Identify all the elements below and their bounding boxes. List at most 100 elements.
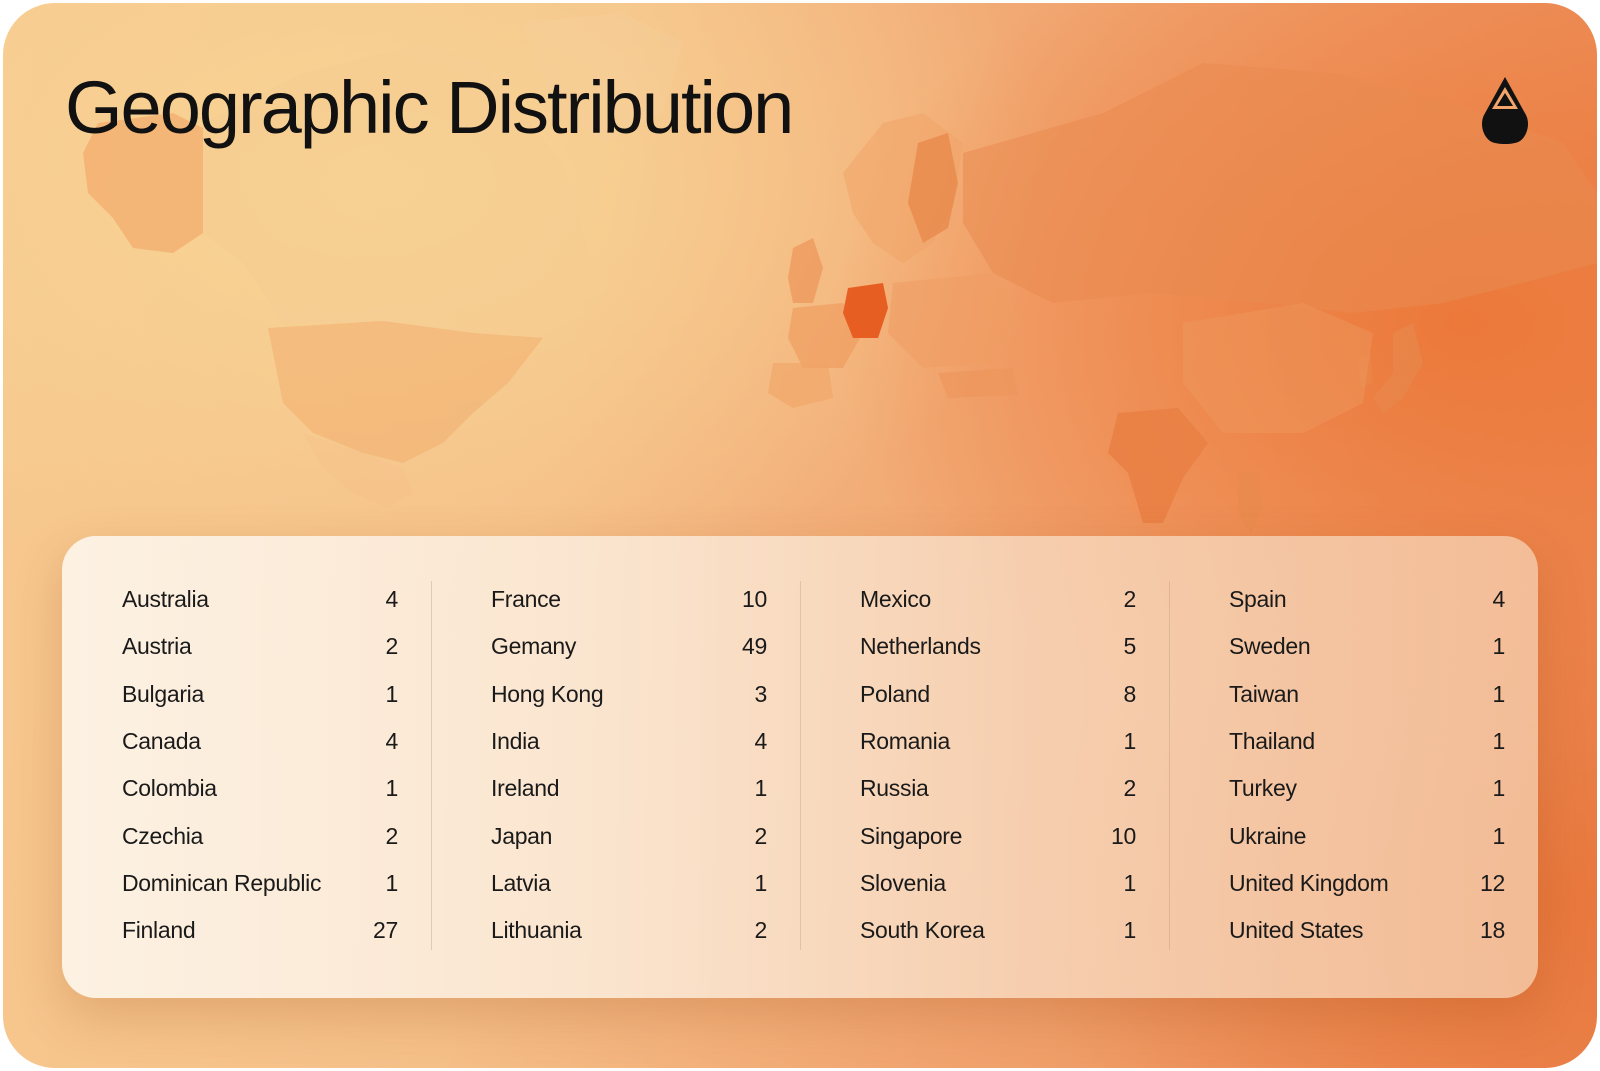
table-column: Australia 4 Austria 2 Bulgaria 1 Canada 4 Co… (62, 576, 431, 950)
table-row: Poland 8 (860, 671, 1136, 718)
country-name: United Kingdom (1229, 869, 1389, 896)
table-row: Czechia 2 (122, 812, 398, 859)
country-count: 4 (1492, 586, 1506, 613)
table-row: Sweden 1 (1229, 623, 1505, 670)
country-name: Thailand (1229, 728, 1315, 755)
country-count: 4 (754, 728, 768, 755)
table-row: France 10 (491, 576, 767, 623)
map-china (1183, 303, 1373, 433)
country-name: Hong Kong (491, 680, 604, 707)
table-row: Dominican Republic 1 (122, 860, 398, 907)
table-column: Spain 4 Sweden 1 Taiwan 1 Thailand 1 Turkey 1… (1169, 576, 1538, 950)
table-row: Canada 4 (122, 718, 398, 765)
table-row: India 4 (491, 718, 767, 765)
country-name: Turkey (1229, 775, 1297, 802)
country-name: Singapore (860, 822, 963, 849)
country-count: 1 (385, 775, 399, 802)
table-row: Latvia 1 (491, 860, 767, 907)
country-name: Ireland (491, 775, 560, 802)
country-name: Austria (122, 633, 192, 660)
country-count: 10 (1111, 822, 1136, 849)
country-count: 5 (1123, 633, 1137, 660)
country-name: France (491, 586, 561, 613)
country-table: Australia 4 Austria 2 Bulgaria 1 Canada 4 Co… (62, 576, 1538, 956)
country-count: 1 (385, 680, 399, 707)
country-count: 2 (754, 822, 768, 849)
table-row: Singapore 10 (860, 812, 1136, 859)
country-name: Mexico (860, 586, 932, 613)
country-count: 1 (385, 869, 399, 896)
country-name: Dominican Republic (122, 869, 322, 896)
table-row: Spain 4 (1229, 576, 1505, 623)
country-count: 2 (1123, 775, 1137, 802)
map-spain (768, 363, 833, 408)
country-count: 8 (1123, 680, 1137, 707)
country-name: Sweden (1229, 633, 1311, 660)
country-count: 1 (1492, 775, 1506, 802)
table-row: United Kingdom 12 (1229, 860, 1505, 907)
country-name: Lithuania (491, 917, 582, 944)
map-turkey (938, 368, 1018, 398)
table-row: Austria 2 (122, 623, 398, 670)
country-count: 4 (385, 728, 399, 755)
country-count: 18 (1480, 917, 1505, 944)
table-row: Colombia 1 (122, 765, 398, 812)
country-count: 1 (1492, 728, 1506, 755)
country-count: 3 (754, 680, 768, 707)
country-count: 1 (1123, 917, 1137, 944)
table-row: Ireland 1 (491, 765, 767, 812)
country-name: United States (1229, 917, 1364, 944)
country-count: 1 (1123, 728, 1137, 755)
table-row: Ukraine 1 (1229, 812, 1505, 859)
country-name: South Korea (860, 917, 985, 944)
table-row: South Korea 1 (860, 907, 1136, 954)
country-count: 1 (754, 869, 768, 896)
page-title: Geographic Distribution (65, 66, 794, 149)
table-row: Slovenia 1 (860, 860, 1136, 907)
table-row: Australia 4 (122, 576, 398, 623)
drop-logo-icon (1482, 77, 1528, 144)
country-name: Australia (122, 586, 209, 613)
country-count: 49 (742, 633, 767, 660)
table-row: Romania 1 (860, 718, 1136, 765)
map-east-europe (888, 273, 1023, 368)
country-count: 2 (1123, 586, 1137, 613)
country-name: Czechia (122, 822, 203, 849)
country-name: Bulgaria (122, 680, 204, 707)
map-japan (1373, 323, 1423, 413)
distribution-card: Geographic Distribution Australia 4 Austr… (3, 3, 1597, 1068)
country-name: India (491, 728, 540, 755)
table-row: United States 18 (1229, 907, 1505, 954)
table-row: Finland 27 (122, 907, 398, 954)
map-india (1108, 408, 1208, 523)
table-row: Gemany 49 (491, 623, 767, 670)
table-row: Netherlands 5 (860, 623, 1136, 670)
country-name: Canada (122, 728, 201, 755)
country-name: Romania (860, 728, 950, 755)
map-thailand (1238, 473, 1263, 533)
country-name: Latvia (491, 869, 551, 896)
country-count: 10 (742, 586, 767, 613)
map-uk (788, 238, 823, 303)
country-name: Ukraine (1229, 822, 1307, 849)
country-count: 1 (1492, 822, 1506, 849)
country-count: 1 (1492, 633, 1506, 660)
country-name: Slovenia (860, 869, 946, 896)
table-row: Japan 2 (491, 812, 767, 859)
country-name: Finland (122, 917, 196, 944)
country-name: Japan (491, 822, 553, 849)
country-count: 1 (1492, 680, 1506, 707)
country-name: Taiwan (1229, 680, 1299, 707)
country-table-panel: Australia 4 Austria 2 Bulgaria 1 Canada 4 Co… (62, 536, 1538, 998)
country-count: 4 (385, 586, 399, 613)
table-row: Hong Kong 3 (491, 671, 767, 718)
country-name: Poland (860, 680, 930, 707)
country-name: Netherlands (860, 633, 981, 660)
country-name: Colombia (122, 775, 217, 802)
table-row: Russia 2 (860, 765, 1136, 812)
table-column: France 10 Gemany 49 Hong Kong 3 India 4 Irel… (431, 576, 800, 950)
map-germany (843, 283, 888, 338)
country-name: Gemany (491, 633, 577, 660)
country-count: 2 (385, 822, 399, 849)
table-row: Lithuania 2 (491, 907, 767, 954)
